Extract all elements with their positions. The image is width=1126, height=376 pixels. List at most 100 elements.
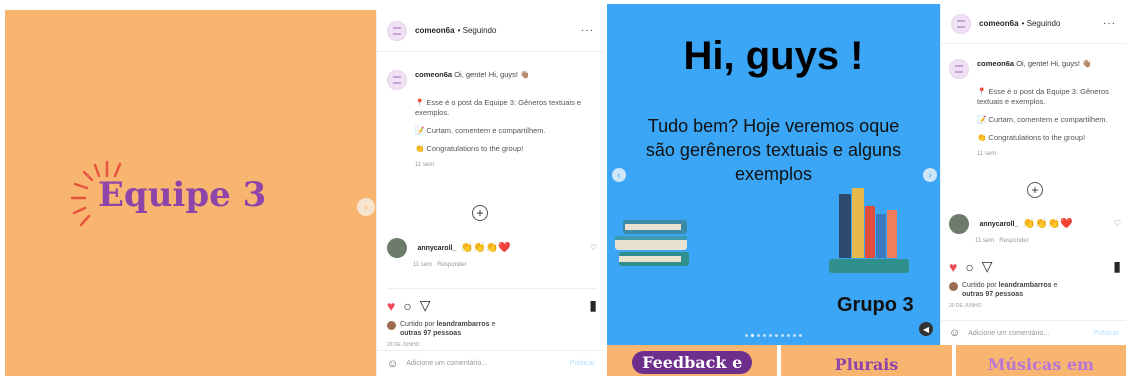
reply-link[interactable]: Responder [437, 262, 466, 268]
reply-link[interactable]: Responder [999, 238, 1028, 244]
heart-icon[interactable]: ♥ [949, 259, 957, 275]
caption-username[interactable]: comeon6a [415, 70, 452, 79]
post-image-equipe3: Equipe 3 › [5, 10, 376, 376]
comment-time: 11 sem [975, 238, 995, 244]
plus-circle-icon[interactable]: + [1027, 182, 1043, 198]
caption: comeon6a Oi, gente! Hi, guys! 👋🏽 📍 Esse … [387, 70, 597, 168]
smile-icon[interactable]: ☺ [949, 327, 960, 339]
related-post-tile[interactable]: Feedback e [607, 345, 778, 376]
caption-intro-text: Oi, gente! Hi, guys! 👋🏽 [1016, 59, 1092, 68]
bookmark-icon[interactable]: ▮ [1113, 258, 1121, 275]
caption-intro: comeon6a Oi, gente! Hi, guys! 👋🏽 [977, 59, 1091, 79]
username[interactable]: comeon6a [979, 19, 1019, 28]
post-sidebar: comeon6a • Seguindo ··· comeon6a Oi, gen… [376, 10, 604, 376]
caption: comeon6a Oi, gente! Hi, guys! 👋🏽 📍 Esse … [949, 59, 1121, 157]
post-header: comeon6a • Seguindo ··· [377, 10, 604, 52]
bookmark-icon[interactable]: ▮ [589, 297, 597, 314]
caption-paragraph-2: 📝 Curtam, comentem e compartilhem. [977, 115, 1108, 124]
commenter-name[interactable]: annycaroll_ [979, 221, 1018, 228]
liked-by: Curtido por leandrambarros e outras 97 p… [949, 281, 1121, 299]
left-post-screenshot: Equipe 3 › comeon6a • Seguindo ··· comeo… [0, 0, 604, 376]
more-icon[interactable]: ··· [1103, 18, 1116, 29]
more-icon[interactable]: ··· [581, 25, 594, 36]
liked-suffix: e [491, 321, 496, 328]
image-subtitle: Tudo bem? Hoje veremos oque são gerênero… [607, 114, 940, 186]
post-header: comeon6a • Seguindo ··· [941, 4, 1126, 44]
commenter-avatar[interactable] [387, 238, 407, 258]
username[interactable]: comeon6a [415, 26, 455, 35]
share-icon[interactable]: ▽ [982, 258, 993, 275]
commenter-name[interactable]: annycaroll_ [417, 245, 456, 252]
comment-like-icon[interactable]: ♡ [1114, 219, 1121, 228]
post-actions: ♥ ○ ▽ ▮ Curtido por leandrambarros e out… [949, 258, 1121, 309]
add-comment-bar: ☺ Adicione um comentário... Publicar [377, 350, 604, 376]
tile-label: Feedback e [632, 351, 753, 374]
caption-username[interactable]: comeon6a [977, 59, 1014, 68]
liked-by: Curtido por leandrambarros e outras 97 p… [387, 320, 597, 338]
comment-item: annycaroll_ 👏👏👏❤️ ♡ 11 sem Responder [949, 214, 1121, 244]
liked-suffix: e [1053, 282, 1058, 289]
liked-prefix: Curtido por [400, 321, 435, 328]
avatar[interactable] [387, 20, 407, 41]
liker-avatar[interactable] [387, 321, 396, 330]
heart-icon[interactable]: ♥ [387, 298, 395, 314]
caption-paragraph-1: 📍 Esse é o post da Equipe 3: Gêneros tex… [977, 87, 1109, 106]
liker-avatar[interactable] [949, 282, 958, 291]
subtitle-line-1: Tudo bem? Hoje veremos oque [647, 116, 900, 136]
next-arrow-icon[interactable]: › [357, 198, 375, 216]
right-post-screenshot: Hi, guys ! Tudo bem? Hoje veremos oque s… [604, 0, 1126, 376]
image-title: Hi, guys ! [683, 34, 864, 78]
caption-paragraph-3: 👏 Congratulations to the group! [977, 133, 1086, 142]
publish-button[interactable]: Publicar [1094, 330, 1119, 337]
commenter-avatar[interactable] [949, 214, 969, 234]
post-date: 20 DE JUNHO [949, 303, 982, 309]
caption-intro-text: Oi, gente! Hi, guys! 👋🏽 [454, 70, 530, 79]
tile-label: Músicas em [987, 355, 1094, 374]
caption-avatar[interactable] [387, 70, 407, 90]
plus-circle-icon[interactable]: + [472, 205, 488, 221]
following-label[interactable]: • Seguindo [1022, 19, 1061, 28]
comment-like-icon[interactable]: ♡ [590, 243, 597, 252]
related-post-tile[interactable]: Músicas em [955, 345, 1126, 376]
caption-paragraph-2: 📝 Curtam, comentem e compartilhem. [415, 126, 546, 135]
group-label: Grupo 3 [837, 294, 914, 316]
related-posts-strip: Feedback e Plurais Músicas em [607, 345, 1126, 376]
prev-arrow-icon[interactable]: ‹ [612, 168, 626, 182]
caption-avatar[interactable] [949, 59, 969, 79]
subtitle-line-3: exemplos [734, 164, 813, 184]
liked-user[interactable]: leandrambarros [437, 321, 490, 328]
books-stack-right-illustration [829, 188, 909, 273]
comment-icon[interactable]: ○ [965, 259, 973, 275]
post-image-hi-guys: Hi, guys ! Tudo bem? Hoje veremos oque s… [607, 4, 940, 345]
carousel-dots [745, 334, 802, 337]
caption-time: 11 sem [415, 162, 435, 168]
liked-others[interactable]: outras 97 pessoas [962, 291, 1023, 298]
comment-text: 👏👏👏❤️ [460, 242, 511, 254]
comment-time: 11 sem [413, 262, 433, 268]
related-post-tile[interactable]: Plurais [781, 345, 952, 376]
image-title: Equipe 3 [98, 175, 267, 215]
publish-button[interactable]: Publicar [570, 360, 595, 367]
avatar[interactable] [951, 13, 971, 34]
smile-icon[interactable]: ☺ [387, 358, 398, 370]
share-icon[interactable]: ▽ [420, 297, 431, 314]
caption-paragraph-1: 📍 Esse é o post da Equipe 3: Gêneros tex… [415, 98, 582, 117]
comment-meta: 11 sem Responder [413, 262, 597, 268]
following-label[interactable]: • Seguindo [458, 26, 497, 35]
caption-paragraph-3: 👏 Congratulations to the group! [415, 144, 524, 153]
post-actions: ♥ ○ ▽ ▮ Curtido por leandrambarros e out… [387, 288, 597, 348]
comment-input[interactable]: Adicione um comentário... [406, 360, 487, 367]
liked-user[interactable]: leandrambarros [999, 282, 1052, 289]
caption-intro: comeon6a Oi, gente! Hi, guys! 👋🏽 [415, 70, 529, 90]
comment-input[interactable]: Adicione um comentário... [968, 330, 1049, 337]
comment-icon[interactable]: ○ [403, 298, 411, 314]
speaker-icon[interactable]: ◀ [919, 322, 933, 336]
post-sidebar: comeon6a • Seguindo ··· comeon6a Oi, gen… [940, 4, 1126, 345]
liked-others[interactable]: outras 97 pessoas [400, 330, 461, 337]
comment-item: annycaroll_ 👏👏👏❤️ ♡ 11 sem Responder [387, 238, 597, 268]
books-stack-left-illustration [615, 220, 689, 266]
tile-label: Plurais [834, 355, 899, 374]
next-arrow-icon[interactable]: › [923, 168, 937, 182]
subtitle-line-2: são gerêneros textuais e alguns [645, 140, 902, 160]
comment-meta: 11 sem Responder [975, 238, 1121, 244]
